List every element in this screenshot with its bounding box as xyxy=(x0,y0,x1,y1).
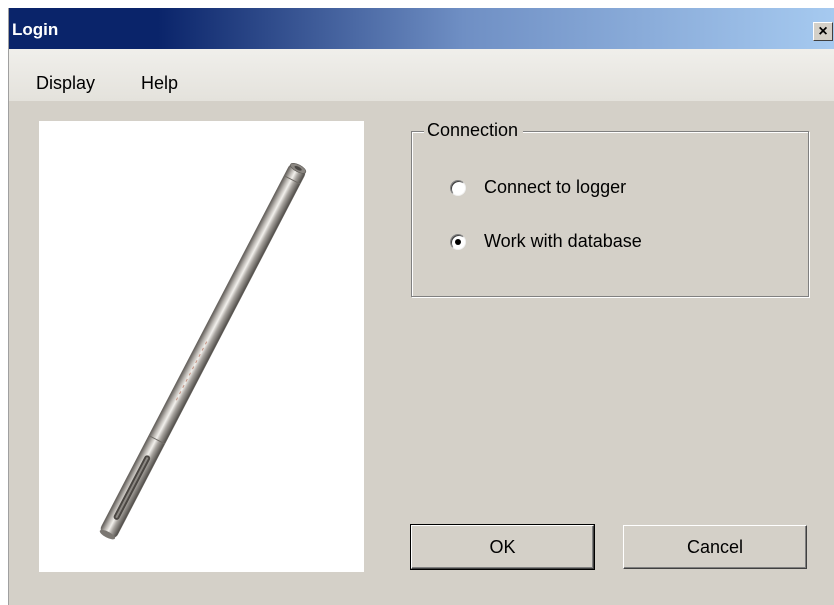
radio-connect-to-logger[interactable]: Connect to logger xyxy=(450,177,626,198)
title-bar[interactable]: Login × xyxy=(9,8,834,49)
product-image-panel xyxy=(39,121,364,572)
radio-label[interactable]: Connect to logger xyxy=(484,177,626,198)
radio-work-with-database[interactable]: Work with database xyxy=(450,231,642,252)
menu-bar: Display Help xyxy=(9,49,834,101)
connection-legend: Connection xyxy=(424,119,524,141)
radio-dot-icon xyxy=(455,238,461,245)
menu-display[interactable]: Display xyxy=(36,72,95,94)
ok-button[interactable]: OK xyxy=(410,524,595,570)
close-icon: × xyxy=(818,22,828,40)
menu-help[interactable]: Help xyxy=(141,72,178,94)
radio-button-selected-icon[interactable] xyxy=(450,233,466,250)
logger-probe-image xyxy=(99,162,307,540)
login-dialog: Login × Display Help Connection Connect … xyxy=(8,8,834,605)
close-button[interactable]: × xyxy=(813,22,833,41)
radio-button-icon[interactable] xyxy=(450,179,466,196)
window-title: Login xyxy=(12,20,59,39)
radio-label[interactable]: Work with database xyxy=(484,231,642,252)
connection-groupbox: Connection Connect to logger Work with d… xyxy=(411,119,809,297)
cancel-button[interactable]: Cancel xyxy=(623,525,807,569)
